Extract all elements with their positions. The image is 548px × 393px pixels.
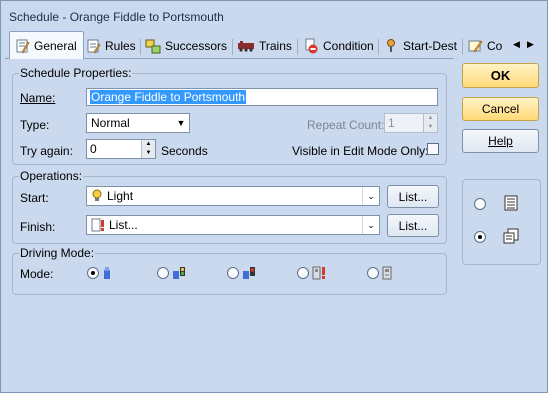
mode-radio-1[interactable] [87,267,99,279]
type-label: Type: [20,118,50,132]
name-label: Name: [20,91,56,105]
tab-rules[interactable]: Rules [85,35,136,57]
finish-operation-select[interactable]: List... ⌄ [86,215,380,235]
trains-icon [238,41,254,52]
signal-stop-mode-icon [243,267,255,279]
start-list-button[interactable]: List... [387,185,439,208]
manual-mode-icon [104,267,110,279]
repeat-count-value: 1 [388,116,395,130]
multi-view-icon [503,228,519,244]
light-bulb-icon [92,189,102,201]
chevron-down-icon: ⌄ [362,187,379,205]
name-value: Orange Fiddle to Portsmouth [90,90,247,104]
tab-rules-label: Rules [105,39,136,53]
start-operation-select[interactable]: Light ⌄ [86,186,380,206]
schedule-dialog: Schedule - Orange Fiddle to Portsmouth G… [0,0,548,393]
try-again-stepper[interactable]: 0 ▲ ▼ [86,139,156,159]
comments-icon [468,40,483,53]
start-operation-value: Light [107,189,134,203]
tab-condition[interactable]: Condition [303,35,374,57]
view-multi-radio[interactable] [474,231,486,243]
start-label: Start: [20,191,49,205]
repeat-count-label: Repeat Count: [307,118,385,132]
tab-general[interactable]: General [9,31,84,59]
tab-comments-label: Co [487,39,503,53]
type-value: Normal [91,116,130,130]
condition-icon [305,38,318,54]
visible-in-edit-mode-label: Visible in Edit Mode Only: [292,144,429,158]
finish-label: Finish: [20,220,56,234]
tab-comments[interactable]: Co [467,35,502,57]
remote-mode-icon [382,266,392,280]
finish-list-button[interactable]: List... [387,214,439,237]
tab-condition-label: Condition [323,39,374,53]
list-view-icon [504,195,518,211]
mode-radio-5[interactable] [367,267,379,279]
finish-operation-value: List... [109,218,138,232]
view-options-group [462,179,541,265]
successors-icon [145,39,161,54]
spin-down-icon[interactable]: ▼ [142,149,155,158]
operations-title: Operations: [19,169,84,183]
tab-strip: General Rules Successors Trains Conditio… [5,31,545,59]
list-warning-icon [91,218,104,232]
rules-icon [87,39,101,54]
tab-scroll-right-icon[interactable]: ▶ [527,39,534,50]
tab-successors[interactable]: Successors [145,35,227,57]
seconds-label: Seconds [161,144,208,158]
name-field[interactable]: Orange Fiddle to Portsmouth [86,88,438,106]
tab-trains[interactable]: Trains [237,35,292,57]
spin-down-icon[interactable]: ▼ [424,123,437,132]
mode-label: Mode: [20,267,54,281]
start-dest-icon [387,39,395,52]
chevron-down-icon: ▼ [176,118,186,128]
general-icon [16,39,30,53]
title-bar: Schedule - Orange Fiddle to Portsmouth [1,1,547,31]
try-again-value: 0 [90,142,97,156]
tab-general-label: General [34,38,77,53]
remote-warning-mode-icon [312,266,325,280]
tab-start-dest[interactable]: Start-Dest [383,35,457,57]
visible-in-edit-mode-checkbox[interactable] [427,143,439,155]
driving-mode-title: Driving Mode: [19,246,96,260]
tab-trains-label: Trains [259,39,292,53]
view-list-radio[interactable] [474,198,486,210]
mode-radio-3[interactable] [227,267,239,279]
schedule-properties-title: Schedule Properties: [19,66,133,80]
tab-start-dest-label: Start-Dest [403,39,458,53]
chevron-down-icon: ⌄ [362,216,379,234]
cancel-button[interactable]: Cancel [462,97,539,121]
mode-radio-2[interactable] [157,267,169,279]
spin-up-icon[interactable]: ▲ [424,114,437,123]
window-title: Schedule - Orange Fiddle to Portsmouth [9,10,224,24]
auto-signal-mode-icon [173,267,185,279]
tab-scroll-left-icon[interactable]: ◀ [513,39,520,50]
spin-up-icon[interactable]: ▲ [142,140,155,149]
ok-button[interactable]: OK [462,63,539,88]
type-select[interactable]: Normal ▼ [86,113,190,133]
repeat-count-stepper[interactable]: 1 ▲ ▼ [384,113,438,133]
help-button[interactable]: Help [462,129,539,153]
mode-radio-4[interactable] [297,267,309,279]
tab-successors-label: Successors [165,39,228,53]
try-again-label: Try again: [20,144,73,158]
